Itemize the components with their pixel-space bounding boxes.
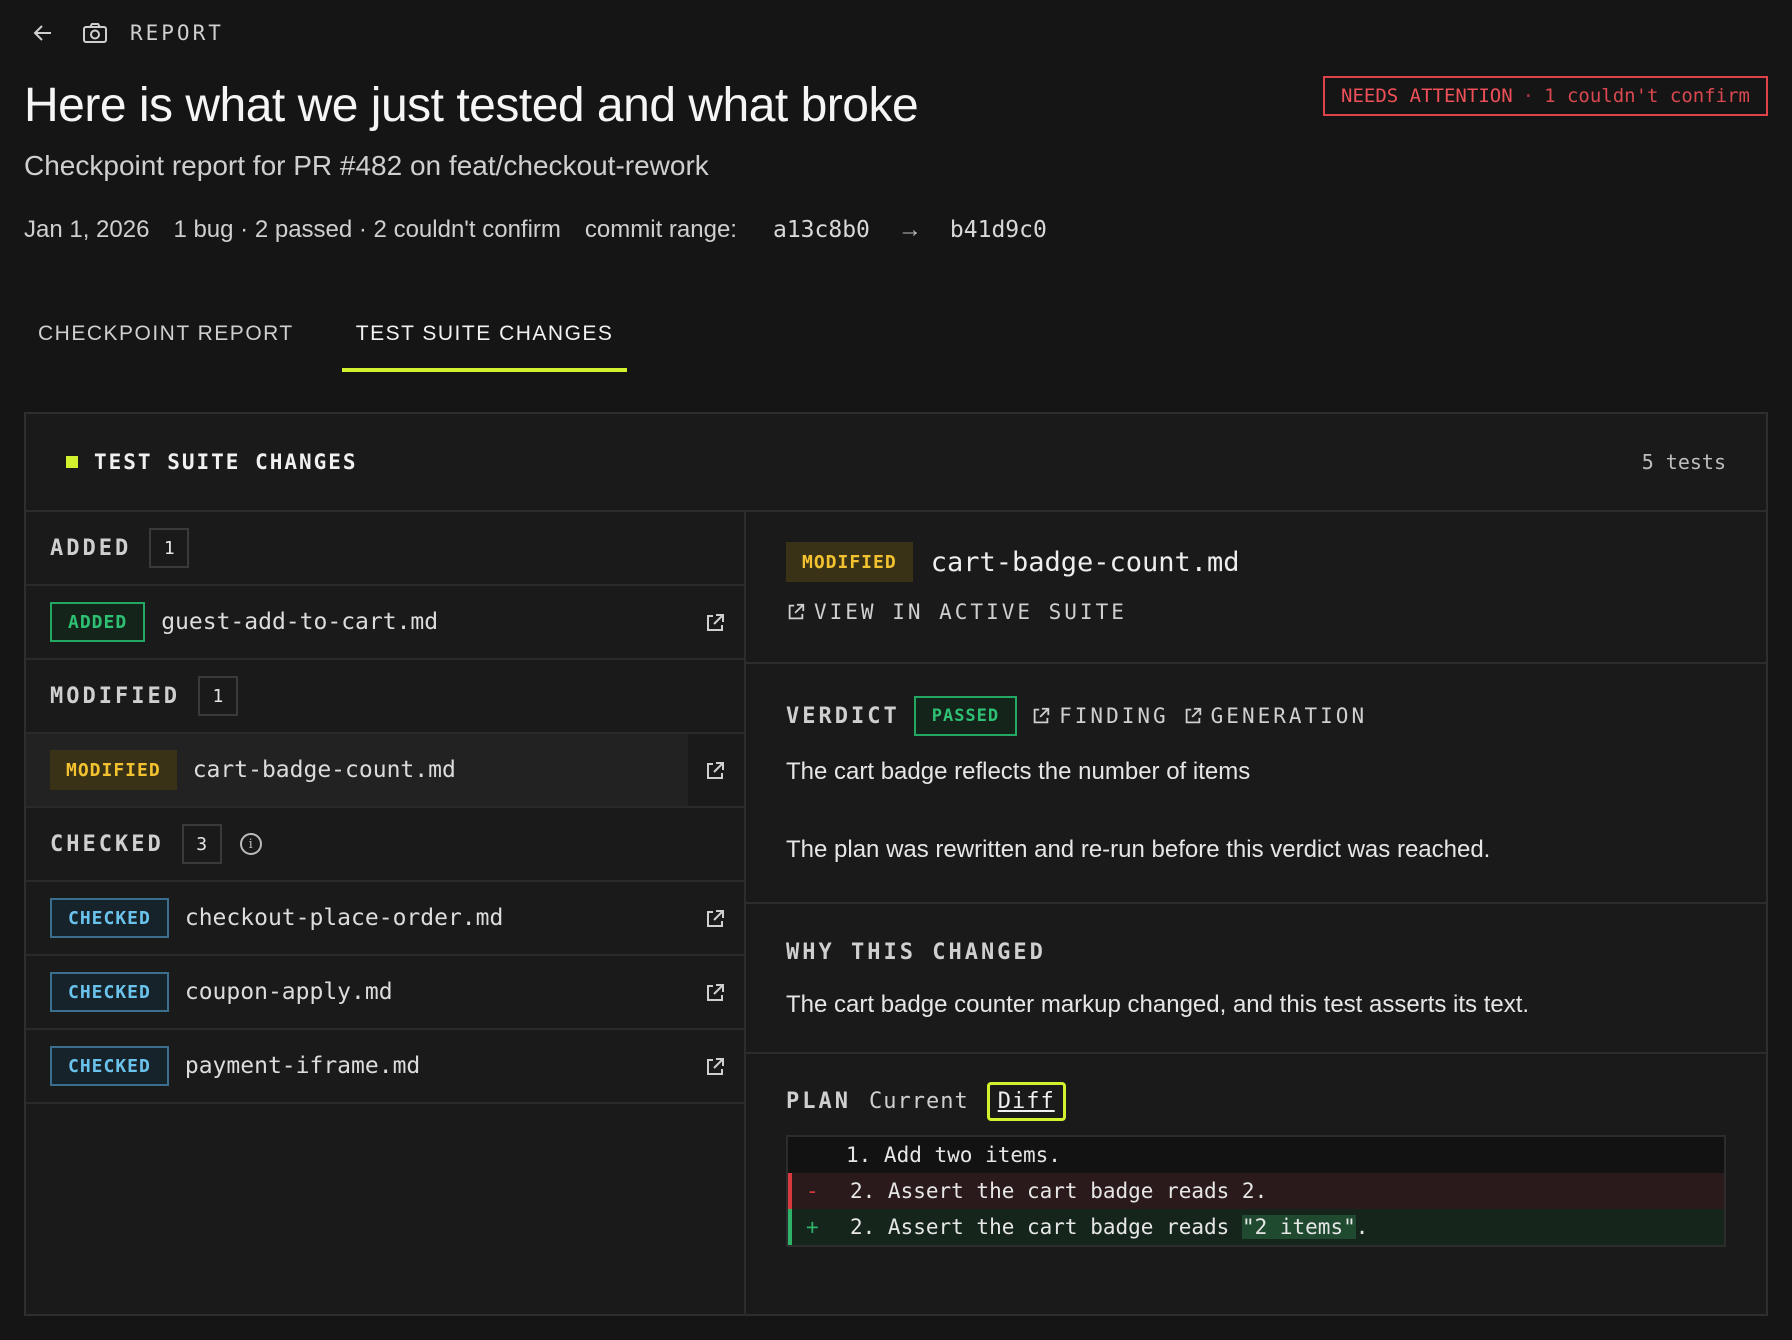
rerun-text: The plan was rewritten and re-run before… <box>786 836 1491 863</box>
group-label: CHECKED <box>50 831 164 857</box>
report-tabs: CHECKPOINT REPORT TEST SUITE CHANGES <box>24 300 661 372</box>
commit-range-label: commit range: <box>584 216 737 243</box>
group-count: 3 <box>181 824 222 864</box>
detail-filename: cart-badge-count.md <box>930 546 1240 578</box>
plan-label: PLAN <box>786 1089 851 1114</box>
why-label: WHY THIS CHANGED <box>786 940 1046 965</box>
status-separator: · <box>1522 85 1535 107</box>
external-link-icon <box>1033 707 1050 724</box>
diff-highlight: "2 items" <box>1241 1215 1356 1239</box>
checked-badge: CHECKED <box>50 972 169 1012</box>
page-title: Here is what we just tested and what bro… <box>24 79 919 132</box>
checked-badge: CHECKED <box>50 898 169 938</box>
list-item-selected[interactable]: MODIFIED cart-badge-count.md <box>26 734 744 808</box>
external-link-icon[interactable] <box>704 908 726 930</box>
plan-diff-toggle[interactable]: Diff <box>986 1082 1066 1121</box>
test-filename: cart-badge-count.md <box>192 757 456 783</box>
commit-arrow-icon: → <box>897 216 922 243</box>
finding-link[interactable]: FINDING <box>1031 704 1169 728</box>
list-item[interactable]: CHECKED coupon-apply.md <box>26 956 744 1030</box>
plan-section: PLAN Current Diff 1. Add two items. - 2.… <box>746 1054 1766 1247</box>
finding-label: FINDING <box>1059 704 1169 728</box>
list-item[interactable]: CHECKED payment-iframe.md <box>26 1030 744 1104</box>
list-item[interactable]: ADDED guest-add-to-cart.md <box>26 586 744 660</box>
why-text: The cart badge counter markup changed, a… <box>786 991 1530 1018</box>
verdict-text: The cart badge reflects the number of it… <box>786 758 1251 785</box>
external-link-icon[interactable] <box>704 1056 726 1078</box>
group-count: 1 <box>197 676 238 716</box>
test-count: 5 tests <box>1641 450 1726 474</box>
page-subtitle: Checkpoint report for PR #482 on feat/ch… <box>24 150 709 181</box>
status-badge: NEEDS ATTENTION · 1 couldn't confirm <box>1323 76 1768 116</box>
test-filename: checkout-place-order.md <box>184 905 504 931</box>
plan-diff: 1. Add two items. - 2. Assert the cart b… <box>786 1135 1726 1247</box>
diff-line-added: + 2. Assert the cart badge reads "2 item… <box>788 1209 1724 1245</box>
status-label: NEEDS ATTENTION <box>1341 85 1513 107</box>
diff-text: 2. Assert the cart badge reads <box>850 1215 1242 1239</box>
view-link-label: VIEW IN ACTIVE SUITE <box>814 600 1127 624</box>
list-item[interactable]: CHECKED checkout-place-order.md <box>26 882 744 956</box>
breadcrumb-report: REPORT <box>130 21 224 45</box>
diff-line: 1. Add two items. <box>788 1137 1724 1173</box>
plan-current-toggle[interactable]: Current <box>869 1089 969 1114</box>
camera-icon <box>82 20 108 46</box>
test-suite-changes-panel: TEST SUITE CHANGES 5 tests ADDED 1 ADDED… <box>24 412 1768 1316</box>
report-meta: Jan 1, 2026 1 bug · 2 passed · 2 couldn'… <box>24 216 1047 244</box>
report-summary: 1 bug · 2 passed · 2 couldn't confirm <box>173 216 561 243</box>
tab-test-suite-changes[interactable]: TEST SUITE CHANGES <box>341 300 628 372</box>
checked-badge: CHECKED <box>50 1046 169 1086</box>
group-label: MODIFIED <box>50 683 180 709</box>
external-link-icon <box>1185 707 1201 724</box>
modified-badge: MODIFIED <box>786 542 913 582</box>
group-checked: CHECKED 3 i <box>26 808 744 882</box>
test-detail: MODIFIED cart-badge-count.md VIEW IN ACT… <box>746 512 1766 1316</box>
group-modified: MODIFIED 1 <box>26 660 744 734</box>
group-label: ADDED <box>50 535 132 561</box>
panel-header: TEST SUITE CHANGES 5 tests <box>26 414 1766 512</box>
diff-text-end: . <box>1355 1215 1369 1239</box>
top-bar: REPORT <box>30 18 224 48</box>
external-link-icon[interactable] <box>704 982 726 1004</box>
report-date: Jan 1, 2026 <box>24 216 150 243</box>
group-added: ADDED 1 <box>26 512 744 586</box>
diff-text: 1. Add two items. <box>846 1143 1061 1167</box>
diff-line-removed: - 2. Assert the cart badge reads 2. <box>788 1173 1724 1209</box>
info-icon[interactable]: i <box>239 833 262 855</box>
external-link-icon <box>788 603 805 620</box>
group-count: 1 <box>149 528 190 568</box>
panel-title: TEST SUITE CHANGES <box>94 450 358 474</box>
tab-checkpoint-report[interactable]: CHECKPOINT REPORT <box>24 300 308 372</box>
added-badge: ADDED <box>50 602 146 642</box>
external-link-icon[interactable] <box>704 612 726 634</box>
test-filename: guest-add-to-cart.md <box>161 609 439 635</box>
verdict-section: VERDICT PASSED FINDING GENERATION The ca… <box>746 664 1766 904</box>
verdict-label: VERDICT <box>786 703 900 729</box>
external-link-icon[interactable] <box>704 760 726 782</box>
why-changed-section: WHY THIS CHANGED The cart badge counter … <box>746 904 1766 1054</box>
commit-from[interactable]: a13c8b0 <box>773 217 870 243</box>
view-in-active-suite-link[interactable]: VIEW IN ACTIVE SUITE <box>786 600 1726 624</box>
passed-badge: PASSED <box>913 696 1018 736</box>
diff-marker: - <box>806 1179 819 1203</box>
commit-to[interactable]: b41d9c0 <box>950 217 1047 243</box>
back-arrow-icon[interactable] <box>30 20 56 46</box>
modified-badge: MODIFIED <box>50 750 177 790</box>
accent-square-icon <box>66 456 78 468</box>
generation-link[interactable]: GENERATION <box>1183 704 1367 728</box>
test-list: ADDED 1 ADDED guest-add-to-cart.md MODIF… <box>26 512 746 1316</box>
diff-marker: + <box>806 1215 819 1239</box>
diff-text: 2. Assert the cart badge reads 2. <box>850 1179 1268 1203</box>
status-detail: 1 couldn't confirm <box>1544 85 1750 107</box>
generation-label: GENERATION <box>1210 704 1368 728</box>
detail-header: MODIFIED cart-badge-count.md VIEW IN ACT… <box>746 512 1766 664</box>
test-filename: payment-iframe.md <box>184 1053 421 1079</box>
test-filename: coupon-apply.md <box>184 979 393 1005</box>
